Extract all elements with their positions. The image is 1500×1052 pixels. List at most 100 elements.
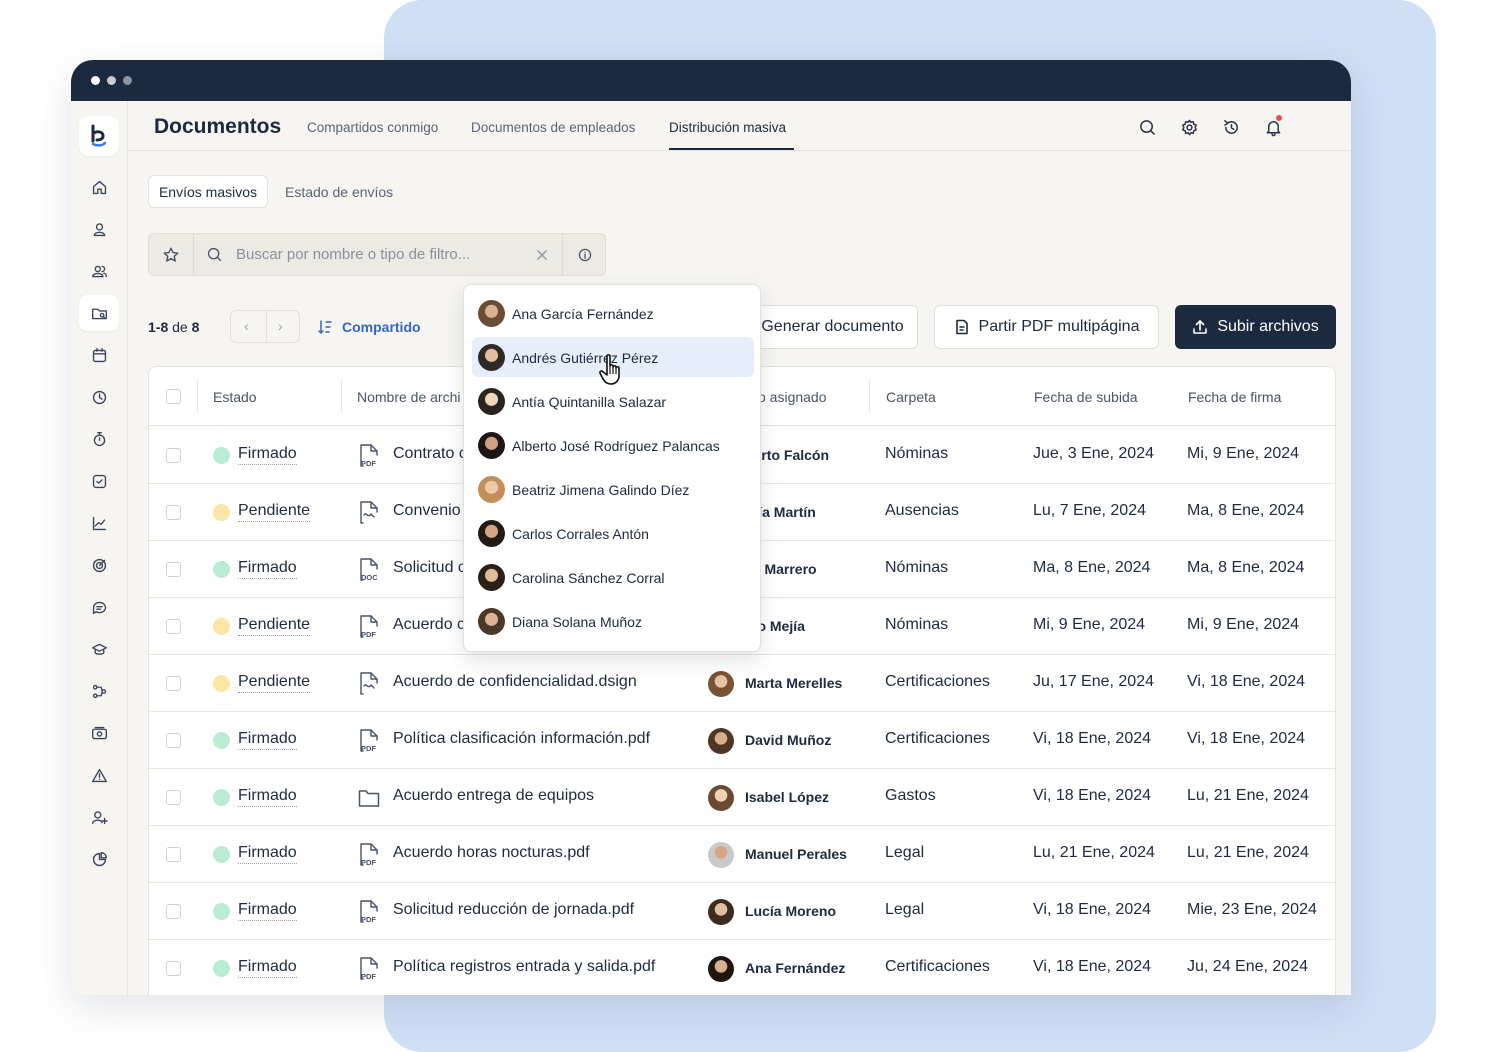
upload-files-button[interactable]: Subir archivos bbox=[1175, 305, 1336, 349]
row-checkbox[interactable] bbox=[166, 448, 181, 463]
column-carpeta[interactable]: Carpeta bbox=[886, 389, 936, 405]
column-fecha-firma[interactable]: Fecha de firma bbox=[1188, 389, 1281, 405]
chart-icon[interactable] bbox=[79, 505, 119, 541]
file-name[interactable]: Solicitud reducción de jornada.pdf bbox=[393, 901, 634, 919]
column-estado[interactable]: Estado bbox=[213, 389, 257, 405]
option-label: Beatriz Jimena Galindo Díez bbox=[512, 482, 690, 498]
upload-date: Lu, 7 Ene, 2024 bbox=[1033, 502, 1146, 519]
app-logo[interactable] bbox=[79, 116, 119, 156]
file-name[interactable]: Política clasificación información.pdf bbox=[393, 730, 650, 748]
search-input[interactable]: Buscar por nombre o tipo de filtro... bbox=[236, 246, 470, 263]
row-checkbox[interactable] bbox=[166, 790, 181, 805]
warning-icon[interactable] bbox=[79, 757, 119, 793]
row-checkbox[interactable] bbox=[166, 904, 181, 919]
bell-icon[interactable] bbox=[1262, 114, 1284, 138]
star-icon[interactable] bbox=[149, 234, 193, 275]
pdf-icon: PDF bbox=[358, 728, 380, 753]
status-badge[interactable]: Firmado bbox=[213, 958, 297, 978]
file-name[interactable]: Acuerdo de confidencialidad.dsign bbox=[393, 673, 637, 691]
select-all-checkbox[interactable] bbox=[166, 389, 181, 404]
status-dot bbox=[213, 902, 230, 920]
dropdown-option[interactable]: Ana García Fernández bbox=[472, 293, 754, 333]
dropdown-option[interactable]: Diana Solana Muñoz bbox=[472, 601, 754, 641]
window-close-dot[interactable] bbox=[91, 76, 100, 85]
expenses-icon[interactable] bbox=[79, 715, 119, 751]
dropdown-option[interactable]: Alberto José Rodríguez Palancas bbox=[472, 425, 754, 465]
split-pdf-button[interactable]: Partir PDF multipágina bbox=[934, 305, 1159, 349]
avatar bbox=[478, 388, 505, 415]
signature-date: Lu, 21 Ene, 2024 bbox=[1187, 787, 1309, 804]
status-badge[interactable]: Pendiente bbox=[213, 616, 311, 636]
table-row[interactable]: Firmado PDF Política clasificación informa… bbox=[149, 712, 1335, 769]
add-user-icon[interactable] bbox=[79, 799, 119, 835]
row-checkbox[interactable] bbox=[166, 733, 181, 748]
file-name[interactable]: Acuerdo c bbox=[393, 616, 465, 634]
subtab-estado-envios[interactable]: Estado de envíos bbox=[285, 184, 393, 200]
updates-icon[interactable] bbox=[1220, 116, 1242, 138]
pie-chart-icon[interactable] bbox=[79, 841, 119, 877]
chat-icon[interactable] bbox=[79, 589, 119, 625]
window-minimize-dot[interactable] bbox=[107, 76, 116, 85]
table-row[interactable]: Firmado PDF Solicitud reducción de jornada… bbox=[149, 883, 1335, 940]
target-icon[interactable] bbox=[79, 547, 119, 583]
avatar bbox=[478, 300, 505, 327]
row-checkbox[interactable] bbox=[166, 961, 181, 976]
search-icon[interactable] bbox=[1136, 116, 1158, 138]
graduation-icon[interactable] bbox=[79, 631, 119, 667]
calendar-icon[interactable] bbox=[79, 337, 119, 373]
column-fecha-subida[interactable]: Fecha de subida bbox=[1034, 389, 1138, 405]
workflow-icon[interactable] bbox=[79, 673, 119, 709]
dropdown-option[interactable]: Carlos Corrales Antón bbox=[472, 513, 754, 553]
status-badge[interactable]: Firmado bbox=[213, 445, 297, 465]
info-icon[interactable] bbox=[563, 234, 606, 275]
row-checkbox[interactable] bbox=[166, 619, 181, 634]
documents-icon[interactable] bbox=[79, 295, 119, 331]
clock-icon[interactable] bbox=[79, 379, 119, 415]
tab-distribucion-masiva[interactable]: Distribución masiva bbox=[669, 120, 786, 135]
signature-date: Mi, 9 Ene, 2024 bbox=[1187, 445, 1300, 462]
tab-compartidos-conmigo[interactable]: Compartidos conmigo bbox=[307, 120, 438, 135]
column-nombre[interactable]: Nombre de archi bbox=[357, 389, 461, 405]
row-checkbox[interactable] bbox=[166, 847, 181, 862]
row-checkbox[interactable] bbox=[166, 676, 181, 691]
status-badge[interactable]: Firmado bbox=[213, 787, 297, 807]
checkbox-icon[interactable] bbox=[79, 463, 119, 499]
window-maximize-dot[interactable] bbox=[123, 76, 132, 85]
status-badge[interactable]: Pendiente bbox=[213, 502, 311, 522]
row-checkbox[interactable] bbox=[166, 505, 181, 520]
file-name[interactable]: Convenio bbox=[393, 502, 461, 520]
dropdown-option[interactable]: Beatriz Jimena Galindo Díez bbox=[472, 469, 754, 509]
file-name[interactable]: Contrato c bbox=[393, 445, 467, 463]
column-asignado[interactable]: o asignado bbox=[758, 389, 827, 405]
file-name[interactable]: Solicitud c bbox=[393, 559, 466, 577]
gear-icon[interactable] bbox=[1178, 116, 1200, 138]
file-name[interactable]: Acuerdo entrega de equipos bbox=[393, 787, 594, 805]
prev-page-icon[interactable]: ‹ bbox=[244, 318, 249, 334]
clear-icon[interactable] bbox=[529, 234, 555, 275]
tab-documentos-empleados[interactable]: Documentos de empleados bbox=[471, 120, 635, 135]
table-row[interactable]: Pendiente Acuerdo de confidencialidad.dsi… bbox=[149, 655, 1335, 712]
app-window: Documentos Compartidos conmigo Documento… bbox=[71, 60, 1351, 995]
status-label: Firmado bbox=[238, 958, 297, 978]
page-title: Documentos bbox=[154, 115, 282, 138]
subtab-envios-masivos[interactable]: Envíos masivos bbox=[148, 175, 268, 208]
user-icon[interactable] bbox=[79, 211, 119, 247]
row-checkbox[interactable] bbox=[166, 562, 181, 577]
table-row[interactable]: Firmado Acuerdo entrega de equipos Isabel … bbox=[149, 769, 1335, 826]
file-name[interactable]: Política registros entrada y salida.pdf bbox=[393, 958, 655, 976]
sort-button[interactable]: Compartido bbox=[317, 319, 421, 335]
status-badge[interactable]: Firmado bbox=[213, 901, 297, 921]
file-name[interactable]: Acuerdo horas nocturas.pdf bbox=[393, 844, 590, 862]
table-row[interactable]: Firmado PDF Acuerdo horas nocturas.pdf Manu… bbox=[149, 826, 1335, 883]
users-icon[interactable] bbox=[79, 253, 119, 289]
dropdown-option[interactable]: Carolina Sánchez Corral bbox=[472, 557, 754, 597]
status-badge[interactable]: Firmado bbox=[213, 559, 297, 579]
dropdown-option[interactable]: Antía Quintanilla Salazar bbox=[472, 381, 754, 421]
table-row[interactable]: Firmado PDF Política registros entrada y s… bbox=[149, 940, 1335, 995]
status-badge[interactable]: Pendiente bbox=[213, 673, 311, 693]
status-badge[interactable]: Firmado bbox=[213, 844, 297, 864]
status-badge[interactable]: Firmado bbox=[213, 730, 297, 750]
next-page-icon[interactable]: › bbox=[278, 318, 283, 334]
stopwatch-icon[interactable] bbox=[79, 421, 119, 457]
home-icon[interactable] bbox=[79, 169, 119, 205]
